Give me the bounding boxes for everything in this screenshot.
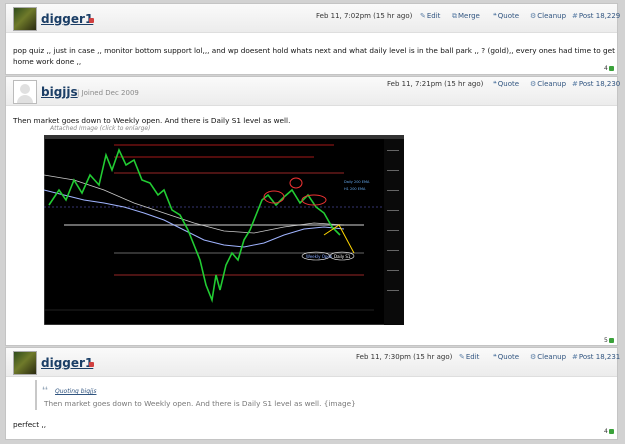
quote-button[interactable]: ❝Quote [493,80,519,88]
post-number-link[interactable]: #Post 18,231 [572,353,620,361]
chart-background [44,135,404,325]
post-18230: bigjjs | Joined Dec 2009 Feb 11, 7:21pm … [5,76,620,346]
merge-icon: ⧉ [452,12,457,20]
edit-icon: ✎ [459,353,465,361]
avatar[interactable] [13,351,37,375]
quote-icon: ❝ [493,353,497,361]
post-timestamp: Feb 11, 7:30pm (15 hr ago) [356,353,453,361]
post-18229: digger1 Feb 11, 7:02pm (15 hr ago) ✎Edit… [5,3,620,75]
thumbs-up-icon [608,66,614,71]
edit-icon: ✎ [420,12,426,20]
post-body: perfect ,, [13,420,47,429]
post-header: digger1 Feb 11, 7:02pm (15 hr ago) ✎Edit… [6,4,620,33]
cleanup-icon: ⚙ [530,353,537,361]
weekly-open-label: Weekly Open [306,254,333,259]
quote-icon: ❝ [493,80,497,88]
cleanup-button[interactable]: ⚙Cleanup [530,353,566,361]
post-header: digger1 Feb 11, 7:30pm (15 hr ago) ✎Edit… [6,348,620,377]
vote-count[interactable]: 5 [604,337,614,344]
cleanup-button[interactable]: ⚙Cleanup [530,80,566,88]
vote-count[interactable]: 4 [604,428,614,435]
attached-chart-image[interactable]: Weekly Open Daily S1 Daily 200 EMA H1 20… [44,135,404,325]
vote-count[interactable]: 4 [604,65,614,72]
post-body: pop quiz ,, just in case ,, monitor bott… [13,45,615,67]
online-status-icon [89,18,94,23]
online-status-icon [89,362,94,367]
thumbs-up-icon [608,429,614,434]
quote-icon: ❝ [493,12,497,20]
hash-icon: # [572,80,578,88]
thumbs-up-icon [608,338,614,343]
h1-200-label: H1 200 EMA [344,187,366,191]
hash-icon: # [572,12,578,20]
avatar[interactable] [13,80,37,104]
edit-button[interactable]: ✎Edit [420,12,440,20]
quote-mark-icon: ❛❛ [42,386,48,396]
edit-button[interactable]: ✎Edit [459,353,479,361]
hash-icon: # [572,353,578,361]
attachment-caption[interactable]: Attached Image (click to enlarge) [50,125,150,132]
avatar[interactable] [13,7,37,31]
username-link[interactable]: digger1 [41,356,93,370]
post-timestamp: Feb 11, 7:02pm (15 hr ago) [316,12,413,20]
post-timestamp: Feb 11, 7:21pm (15 hr ago) [387,80,484,88]
joined-date: | Joined Dec 2009 [77,89,139,97]
post-body-line: pop quiz ,, just in case ,, monitor bott… [13,46,616,55]
quote-button[interactable]: ❝Quote [493,12,519,20]
quote-button[interactable]: ❝Quote [493,353,519,361]
cleanup-icon: ⚙ [530,12,537,20]
merge-button[interactable]: ⧉Merge [452,12,480,21]
cleanup-icon: ⚙ [530,80,537,88]
post-number-link[interactable]: #Post 18,229 [572,12,620,20]
daily-200-label: Daily 200 EMA [344,180,370,184]
post-body-line: home work done ,, [13,57,82,66]
username-link[interactable]: digger1 [41,12,93,26]
post-header: bigjjs | Joined Dec 2009 Feb 11, 7:21pm … [6,77,620,106]
daily-s1-label: Daily S1 [334,254,351,259]
quote-author-link[interactable]: Quoting bigjjs [55,388,96,395]
post-18231: digger1 Feb 11, 7:30pm (15 hr ago) ✎Edit… [5,347,620,440]
quote-block-bar [35,380,37,410]
post-number-link[interactable]: #Post 18,230 [572,80,620,88]
quoted-text: Then market goes down to Weekly open. An… [44,399,356,408]
username-link[interactable]: bigjjs [41,85,78,99]
cleanup-button[interactable]: ⚙Cleanup [530,12,566,20]
